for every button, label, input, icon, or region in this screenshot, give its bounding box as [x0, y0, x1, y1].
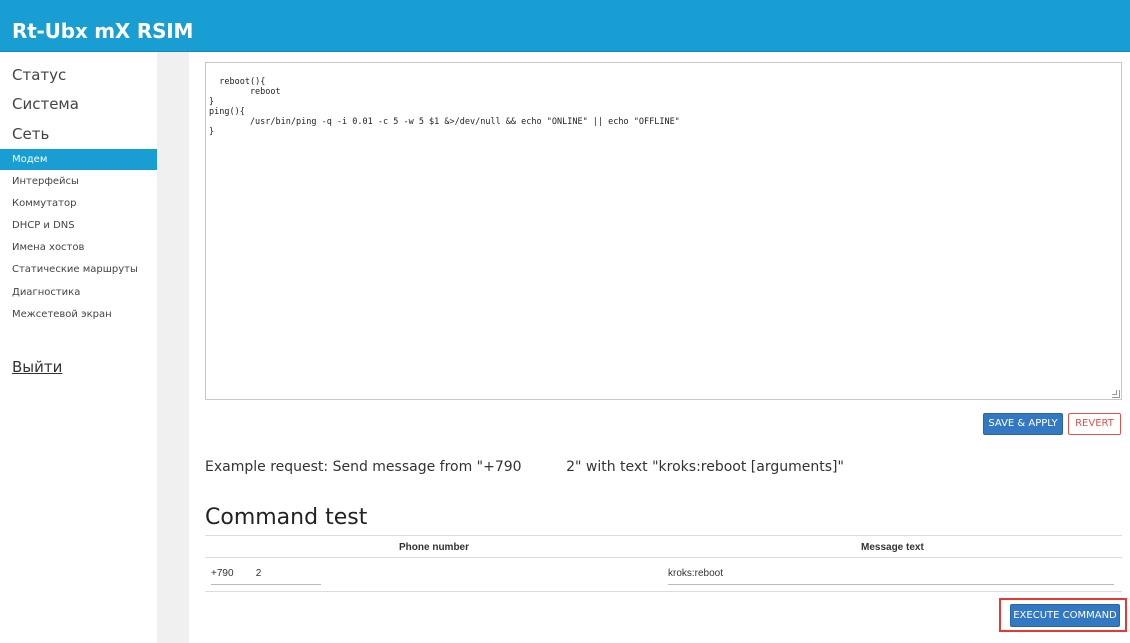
table-header-divider — [205, 557, 1122, 558]
sidebar-item-status[interactable]: Статус — [12, 66, 66, 84]
resize-handle-icon[interactable] — [1112, 390, 1120, 398]
sidebar: Статус Система Сеть Модем Интерфейсы Ком… — [0, 52, 157, 643]
message-text-header: Message text — [861, 542, 924, 553]
logout-link[interactable]: Выйти — [12, 358, 62, 376]
message-text-input[interactable]: kroks:reboot — [668, 567, 1114, 585]
sidebar-item-system[interactable]: Система — [12, 95, 79, 113]
sidebar-item-network[interactable]: Сеть — [12, 125, 49, 143]
sidebar-gutter — [157, 52, 189, 643]
sidebar-item-hostnames[interactable]: Имена хостов — [0, 237, 157, 258]
script-editor-content: reboot(){ reboot } ping(){ /usr/bin/ping… — [209, 77, 680, 137]
sidebar-item-firewall[interactable]: Межсетевой экран — [0, 304, 157, 325]
phone-number-input[interactable]: +790 2 — [211, 567, 321, 585]
execute-command-button[interactable]: EXECUTE COMMAND — [1010, 604, 1120, 627]
command-test-title: Command test — [205, 505, 368, 530]
sidebar-item-diagnostics[interactable]: Диагностика — [0, 282, 157, 303]
script-editor-textarea[interactable]: reboot(){ reboot } ping(){ /usr/bin/ping… — [205, 62, 1122, 400]
sidebar-item-dhcp-dns[interactable]: DHCP и DNS — [0, 215, 157, 236]
phone-number-header: Phone number — [399, 542, 470, 553]
revert-button[interactable]: REVERT — [1068, 413, 1121, 435]
sidebar-item-static-routes[interactable]: Статические маршруты — [0, 259, 157, 280]
brand-title[interactable]: Rt-Ubx mX RSIM — [12, 19, 193, 43]
sidebar-item-switch[interactable]: Коммутатор — [0, 193, 157, 214]
save-apply-button[interactable]: SAVE & APPLY — [983, 413, 1063, 435]
sidebar-item-modem[interactable]: Модем — [0, 149, 157, 170]
example-request-text: Example request: Send message from "+790… — [205, 459, 844, 475]
sidebar-item-interfaces[interactable]: Интерфейсы — [0, 171, 157, 192]
top-header: Rt-Ubx mX RSIM — [0, 0, 1130, 52]
